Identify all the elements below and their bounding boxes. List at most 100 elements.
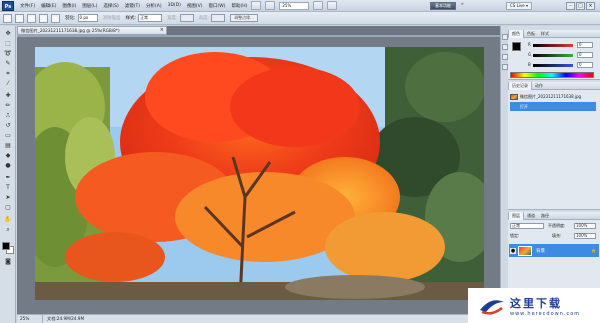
- path-select-tool-icon[interactable]: ➤: [3, 194, 13, 202]
- style-label: 样式:: [125, 16, 137, 21]
- slider-b[interactable]: B 0: [528, 62, 598, 69]
- tab-color[interactable]: 颜色: [508, 29, 524, 38]
- tab-channels[interactable]: 通道: [524, 212, 538, 220]
- slider-r-label: R: [528, 42, 531, 47]
- slider-g-value[interactable]: 0: [577, 52, 593, 58]
- menu-filter[interactable]: 滤镜(T): [125, 3, 140, 9]
- document-close-icon[interactable]: ×: [160, 27, 164, 34]
- maximize-button[interactable]: □: [576, 2, 585, 10]
- slider-b-track[interactable]: [533, 64, 573, 67]
- quick-select-tool-icon[interactable]: ✎: [3, 60, 13, 68]
- eye-icon[interactable]: ●: [510, 247, 516, 254]
- gradient-tool-icon[interactable]: ▤: [3, 142, 13, 150]
- dodge-tool-icon[interactable]: ●: [3, 162, 13, 170]
- slider-r[interactable]: R 0: [528, 42, 598, 49]
- bridge-button[interactable]: [251, 1, 262, 10]
- color-spectrum[interactable]: [510, 72, 594, 78]
- blur-tool-icon[interactable]: ◆: [3, 152, 13, 160]
- cs-live-button[interactable]: CS Live ▾: [506, 2, 533, 10]
- tab-actions[interactable]: 动作: [532, 82, 546, 90]
- panels-column: 颜色 色板 样式 R 0 G 0 B 0 历史记录 动作 微信图片_202312…: [508, 26, 600, 323]
- layer-thumbnail: [518, 245, 532, 256]
- foreground-color-swatch[interactable]: [2, 242, 10, 250]
- feather-input[interactable]: 0 px: [77, 14, 98, 22]
- quick-mask-icon[interactable]: ◙: [3, 258, 13, 266]
- slider-g-label: G: [528, 52, 532, 57]
- opacity-label: 不透明度:: [548, 223, 566, 228]
- menu-analysis[interactable]: 分析(A): [146, 3, 162, 9]
- document-tab[interactable]: 微信图片_20231211171638.jpg @ 25%(RGB/8*) ×: [17, 26, 167, 35]
- options-bar: 羽化: 0 px 消除锯齿 样式: 正常 宽度: 高度: 调整边缘...: [0, 12, 600, 25]
- workspace-more-button[interactable]: »: [461, 2, 464, 7]
- slider-b-value[interactable]: 0: [577, 62, 593, 68]
- new-selection-icon[interactable]: [15, 13, 24, 23]
- history-snapshot-label: 微信图片_20231211171638.jpg: [520, 94, 582, 99]
- zoom-select[interactable]: 25%: [279, 1, 310, 10]
- zoom-tool-icon[interactable]: ⌕: [3, 226, 13, 234]
- close-button[interactable]: ×: [586, 2, 595, 10]
- type-tool-icon[interactable]: T: [3, 184, 13, 192]
- subtract-selection-icon[interactable]: [39, 13, 48, 23]
- menu-3d[interactable]: 3D(D): [168, 3, 181, 8]
- mini-bridge-button[interactable]: [265, 1, 276, 10]
- menu-window[interactable]: 窗口(W): [208, 3, 225, 9]
- menu-help[interactable]: 帮助(H): [231, 3, 247, 9]
- opacity-input[interactable]: 100%: [574, 223, 596, 229]
- layer-background[interactable]: ● 背景 🔒: [509, 244, 599, 257]
- menu-layer[interactable]: 图层(L): [82, 3, 97, 9]
- tab-history[interactable]: 历史记录: [508, 81, 532, 90]
- layer-name: 背景: [536, 248, 545, 254]
- canvas-area[interactable]: [17, 37, 500, 314]
- workspace-essentials-button[interactable]: 基本功能: [430, 2, 456, 10]
- lasso-tool-icon[interactable]: ➰: [3, 50, 13, 58]
- screen-mode-button[interactable]: [327, 1, 338, 10]
- color-foreground-chip[interactable]: [512, 42, 521, 51]
- history-brush-tool-icon[interactable]: ↺: [3, 122, 13, 130]
- menu-select[interactable]: 选择(S): [103, 3, 118, 9]
- photo-canvas[interactable]: [35, 47, 484, 300]
- move-tool-icon[interactable]: ✥: [3, 30, 13, 38]
- eraser-tool-icon[interactable]: ▭: [3, 132, 13, 140]
- menu-file[interactable]: 文件(F): [20, 3, 35, 9]
- tab-styles[interactable]: 样式: [538, 30, 552, 38]
- height-input[interactable]: [211, 14, 226, 22]
- pen-tool-icon[interactable]: ✒: [3, 174, 13, 182]
- width-label: 宽度:: [167, 16, 178, 21]
- slider-r-value[interactable]: 0: [577, 42, 593, 48]
- tab-layers[interactable]: 图层: [508, 211, 524, 220]
- clone-stamp-tool-icon[interactable]: ⎍: [3, 112, 13, 120]
- marquee-tool-preset-icon[interactable]: [3, 13, 12, 23]
- healing-brush-tool-icon[interactable]: ✚: [3, 92, 13, 100]
- intersect-selection-icon[interactable]: [51, 13, 60, 23]
- crop-tool-icon[interactable]: ⌗: [3, 70, 13, 78]
- width-input[interactable]: [179, 14, 194, 22]
- shape-tool-icon[interactable]: ▢: [3, 204, 13, 212]
- eyedropper-tool-icon[interactable]: ⁄: [3, 80, 13, 88]
- add-selection-icon[interactable]: [27, 13, 36, 23]
- slider-r-track[interactable]: [533, 44, 573, 47]
- fill-label: 填充:: [552, 233, 562, 238]
- tab-paths[interactable]: 路径: [538, 212, 552, 220]
- autumn-maple-photo: [35, 47, 484, 300]
- status-zoom[interactable]: 25%: [17, 315, 43, 323]
- hand-tool-icon[interactable]: ✋: [3, 216, 13, 224]
- slider-g[interactable]: G 0: [528, 52, 598, 59]
- refine-edge-button[interactable]: 调整边缘...: [230, 14, 258, 22]
- history-snapshot[interactable]: 微信图片_20231211171638.jpg: [510, 92, 596, 101]
- status-bar: 25% 文档:24.9M/24.9M: [17, 314, 500, 323]
- blend-mode-select[interactable]: 正常: [510, 223, 544, 229]
- fill-input[interactable]: 100%: [574, 233, 596, 239]
- menu-edit[interactable]: 编辑(E): [41, 3, 56, 9]
- style-select[interactable]: 正常: [138, 14, 163, 22]
- menu-view[interactable]: 视图(V): [187, 3, 203, 9]
- menu-image[interactable]: 图像(I): [62, 3, 76, 9]
- marquee-tool-icon[interactable]: ⬚: [3, 40, 13, 48]
- document-tab-title: 微信图片_20231211171638.jpg @ 25%(RGB/8*): [21, 28, 120, 33]
- arrange-documents-button[interactable]: [313, 1, 324, 10]
- slider-g-track[interactable]: [533, 54, 573, 57]
- history-item-open[interactable]: 打开: [510, 102, 596, 111]
- minimize-button[interactable]: –: [566, 2, 575, 10]
- brush-tool-icon[interactable]: ✏: [3, 102, 13, 110]
- antialias-checkbox[interactable]: 消除锯齿: [103, 15, 121, 21]
- tab-swatches[interactable]: 色板: [524, 30, 538, 38]
